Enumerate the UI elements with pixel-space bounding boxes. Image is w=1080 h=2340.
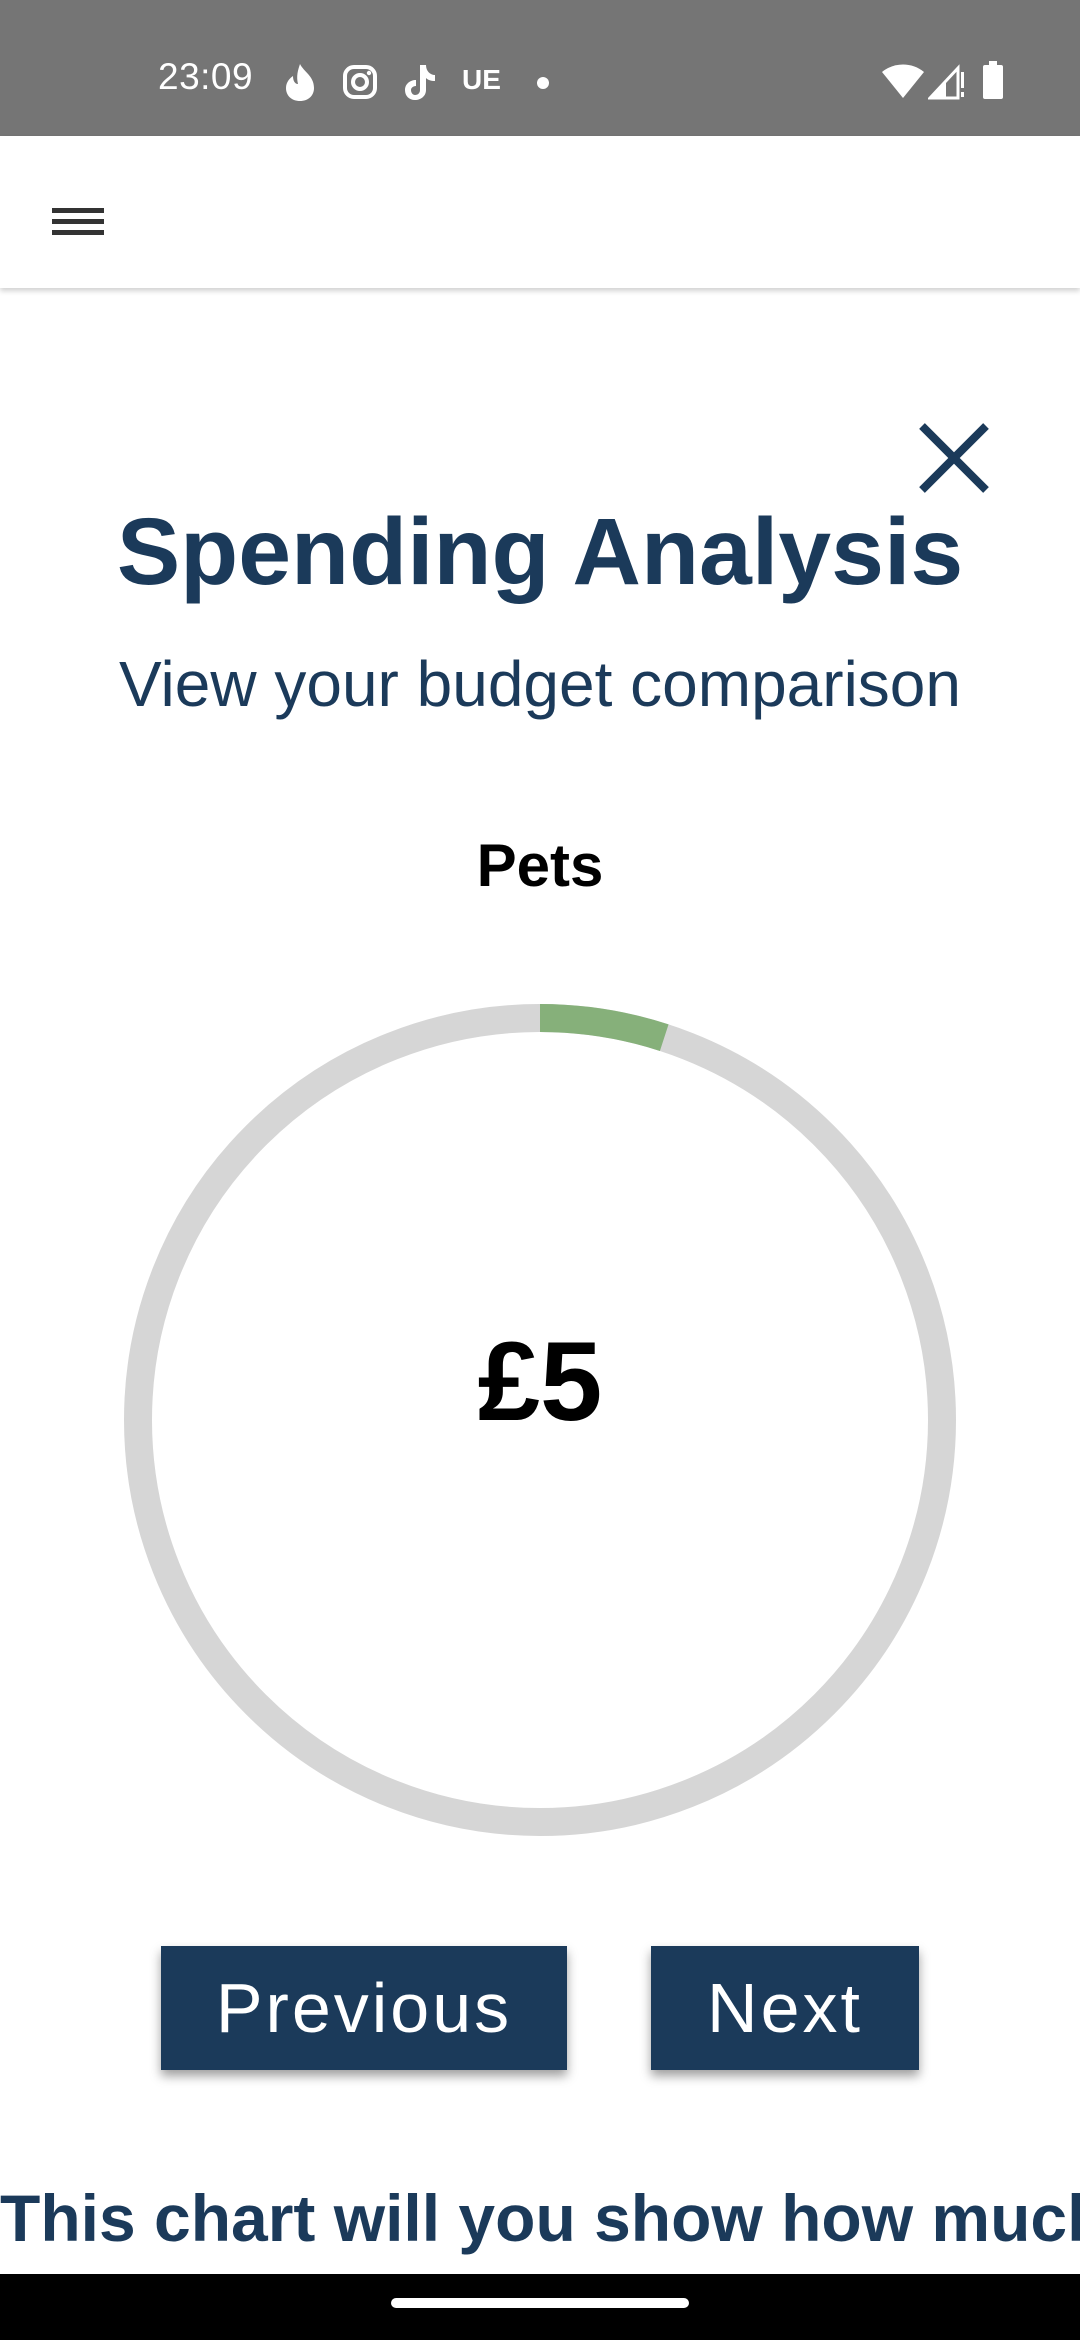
home-gesture-handle[interactable] xyxy=(391,2298,689,2308)
battery-icon xyxy=(983,61,1003,99)
signal-icon xyxy=(928,64,964,100)
spent-amount: £5 xyxy=(477,1319,603,1444)
close-icon[interactable] xyxy=(904,408,1004,508)
tinder-flame-icon xyxy=(286,64,314,101)
chart-description: This chart will you show how much xyxy=(0,2181,1080,2255)
page-title: Spending Analysis xyxy=(116,499,964,605)
system-navigation-bar xyxy=(0,2274,1080,2340)
status-time: 23:09 xyxy=(158,56,254,97)
app-bar xyxy=(0,136,1080,288)
page-subtitle: View your budget comparison xyxy=(119,648,961,720)
carrier-label: UE xyxy=(462,64,501,95)
tiktok-icon xyxy=(405,65,435,100)
previous-button[interactable]: Previous xyxy=(161,1946,567,2070)
status-bar: 23:09 UE xyxy=(0,0,1080,136)
next-button[interactable]: Next xyxy=(651,1946,919,2070)
instagram-icon xyxy=(343,65,377,99)
dot-icon xyxy=(537,77,549,89)
hamburger-menu-icon[interactable] xyxy=(42,186,114,258)
wifi-icon xyxy=(882,64,924,98)
category-label: Pets xyxy=(476,832,604,899)
